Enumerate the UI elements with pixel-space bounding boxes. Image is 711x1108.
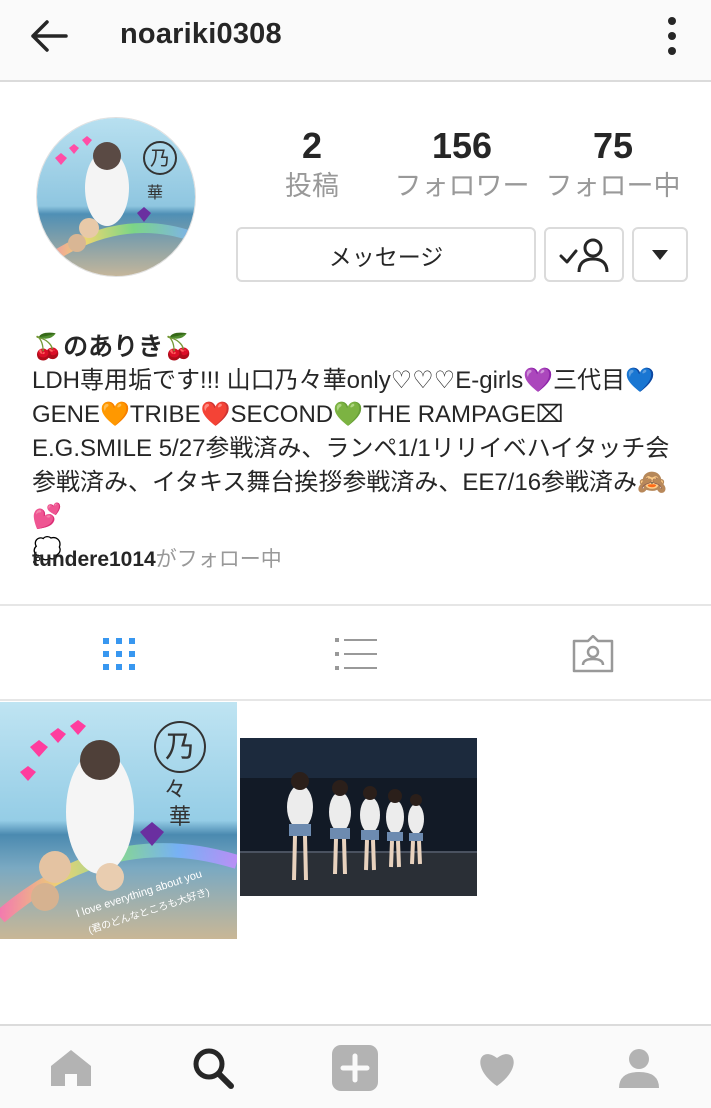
- search-icon: [193, 1048, 234, 1089]
- followers-count-label: フォロワー: [394, 171, 530, 201]
- followed-by-suffix: がフォロー中: [155, 548, 282, 571]
- posts-count[interactable]: 2 投稿: [262, 124, 362, 204]
- posts-count-value: 2: [301, 125, 323, 166]
- post-thumbnail-2[interactable]: [240, 702, 477, 939]
- more-vertical-icon: [668, 17, 676, 55]
- list-icon: [334, 637, 377, 670]
- profile-icon: [619, 1049, 659, 1088]
- nav-home[interactable]: [0, 1026, 142, 1108]
- profile-username-title: noariki0308: [120, 18, 282, 50]
- post-thumbnail-1[interactable]: 乃 々 華 I love everything about you (君のどんな…: [0, 702, 237, 939]
- avatar-kanji-bottom: 華: [147, 184, 163, 202]
- grid-icon: [102, 637, 135, 670]
- caret-down-icon: [652, 249, 668, 260]
- following-count[interactable]: 75 フォロー中: [540, 124, 686, 204]
- post-image-stage-photo: [240, 702, 477, 939]
- post-image-collage: 乃 々 華 I love everything about you (君のどんな…: [0, 702, 237, 939]
- followed-by-username[interactable]: tundere1014: [32, 548, 156, 571]
- avatar-image: 乃 華: [37, 118, 195, 276]
- home-icon: [51, 1050, 91, 1086]
- profile-view-tabs: [0, 604, 711, 701]
- message-button[interactable]: メッセージ: [236, 227, 536, 282]
- top-bar: noariki0308: [0, 0, 711, 82]
- back-arrow-icon: [31, 20, 68, 52]
- following-check-icon: [559, 238, 609, 272]
- profile-bio: 🍒のありき🍒 LDH専用垢です!!! 山口乃々華only♡♡♡E-girls💜三…: [32, 330, 692, 568]
- post-kanji-mid: 々: [164, 777, 186, 802]
- profile-display-name: 🍒のありき🍒: [32, 333, 195, 361]
- nav-new-post[interactable]: [284, 1026, 426, 1108]
- following-button[interactable]: [544, 227, 624, 282]
- following-count-value: 75: [592, 125, 634, 166]
- followers-count-value: 156: [431, 125, 493, 166]
- post-kanji-bottom: 華: [169, 804, 191, 829]
- nav-search[interactable]: [142, 1026, 284, 1108]
- post-kanji-top: 乃: [165, 731, 195, 764]
- posts-count-label: 投稿: [285, 171, 339, 201]
- tagged-user-icon: [572, 634, 613, 672]
- bottom-navigation: [0, 1024, 711, 1108]
- bio-text: LDH専用垢です!!! 山口乃々華only♡♡♡E-girls💜三代目💙 GEN…: [32, 367, 670, 564]
- tab-tagged[interactable]: [474, 606, 711, 701]
- followers-count[interactable]: 156 フォロワー: [386, 124, 538, 204]
- tab-list-view[interactable]: [237, 606, 474, 701]
- nav-profile[interactable]: [568, 1026, 710, 1108]
- add-post-icon: [332, 1045, 378, 1091]
- more-options-button[interactable]: [650, 12, 694, 60]
- nav-activity[interactable]: [426, 1026, 568, 1108]
- heart-icon: [480, 1054, 514, 1086]
- profile-avatar[interactable]: 乃 華: [36, 117, 196, 277]
- tab-grid-view[interactable]: [0, 606, 237, 701]
- suggested-dropdown-button[interactable]: [632, 227, 688, 282]
- following-count-label: フォロー中: [545, 171, 681, 201]
- followed-by-line[interactable]: tundere1014がフォロー中: [32, 543, 282, 573]
- back-button[interactable]: [22, 14, 74, 58]
- avatar-kanji-top: 乃: [150, 148, 170, 170]
